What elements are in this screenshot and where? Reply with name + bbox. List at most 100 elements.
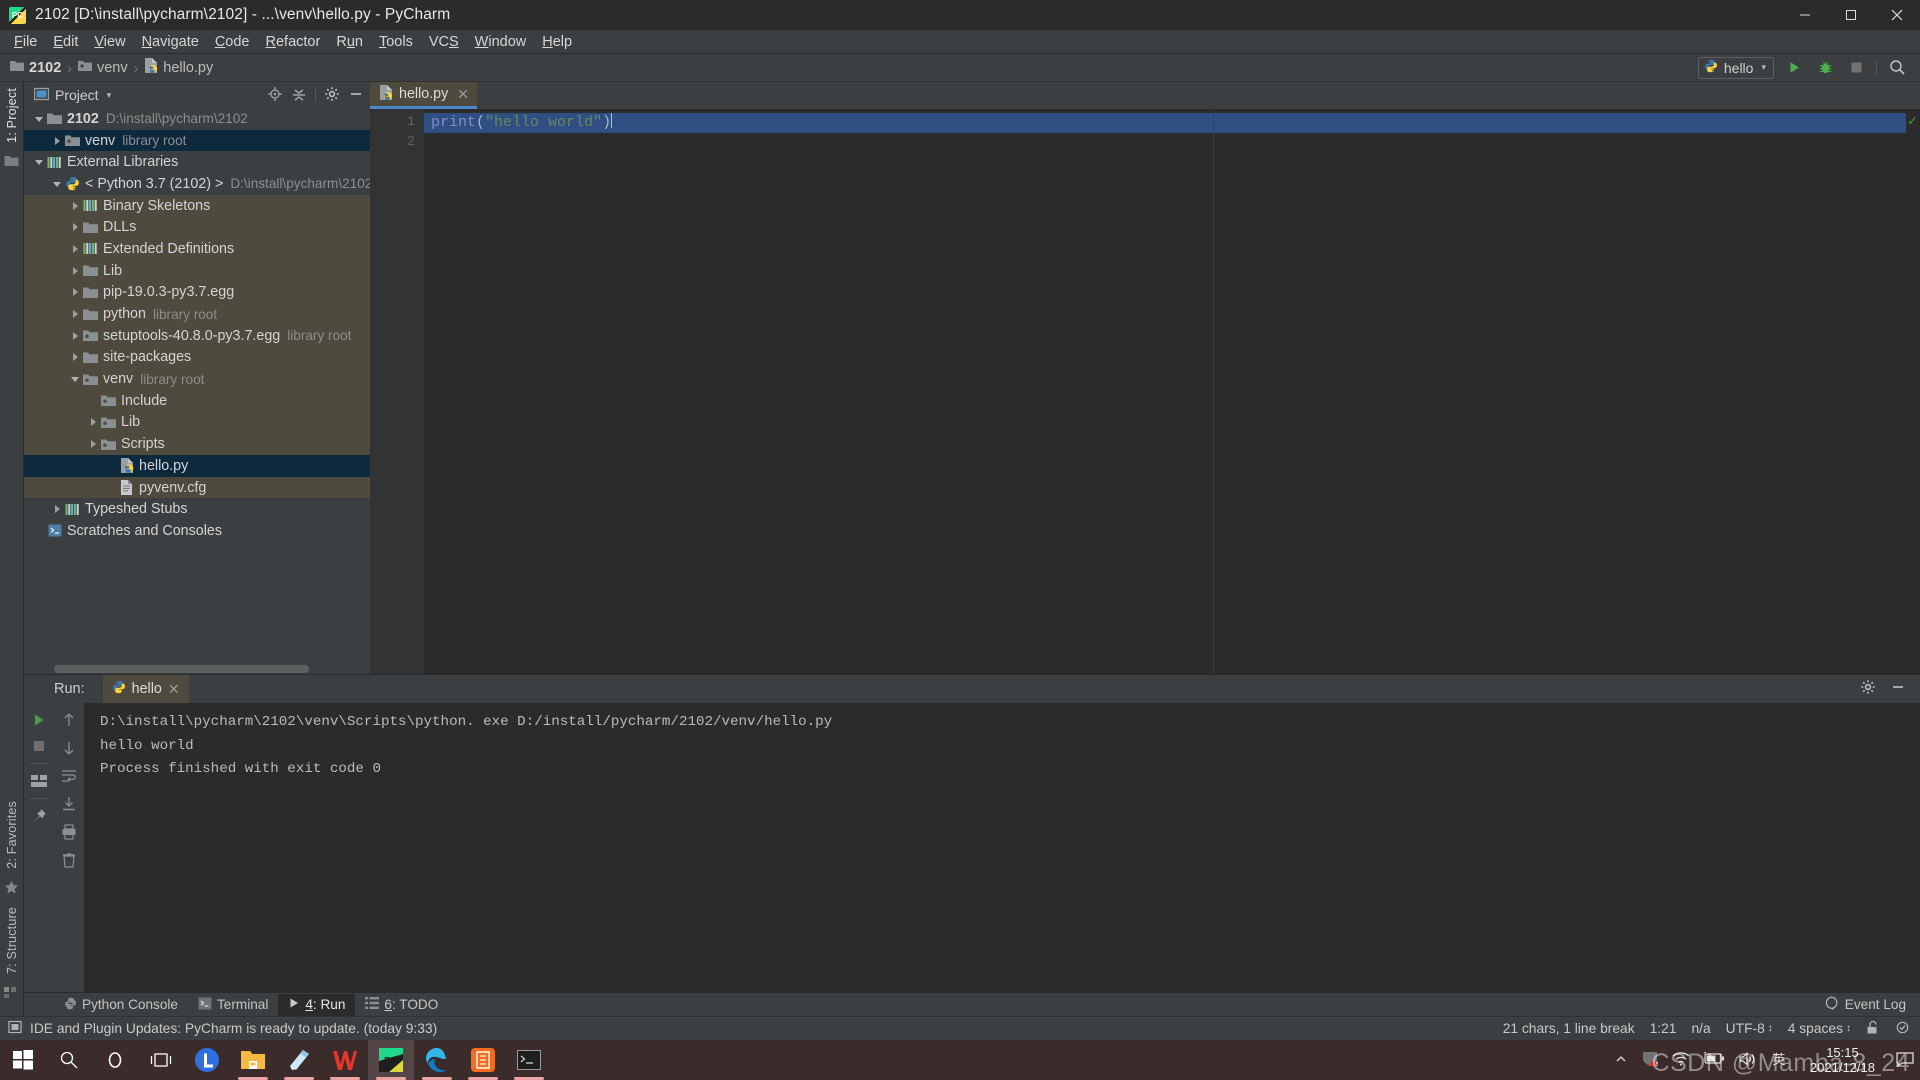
up-arrow-icon[interactable] (58, 708, 80, 732)
hide-icon[interactable] (348, 86, 364, 105)
tw-terminal[interactable]: Terminal (188, 994, 278, 1016)
console-button[interactable] (506, 1040, 552, 1080)
menu-edit[interactable]: Edit (45, 31, 86, 53)
tree-node[interactable]: Typeshed Stubs (24, 498, 370, 520)
file-explorer-button[interactable] (230, 1040, 276, 1080)
tree-node[interactable]: Extended Definitions (24, 238, 370, 260)
caret-position[interactable]: 1:21 (1650, 1021, 1677, 1036)
pin-icon[interactable] (28, 804, 50, 828)
inspection-icon[interactable] (1895, 1020, 1910, 1038)
status-message-area[interactable]: IDE and Plugin Updates: PyCharm is ready… (8, 1020, 437, 1037)
menu-window[interactable]: Window (467, 31, 535, 53)
app-l-button[interactable] (184, 1040, 230, 1080)
clear-all-icon[interactable] (58, 848, 80, 872)
code-text-area[interactable]: print("hello world") (424, 109, 1906, 674)
settings-gear-icon[interactable] (1860, 679, 1876, 700)
close-icon[interactable]: ✕ (168, 681, 180, 698)
breadcrumb-project[interactable]: 2102 (10, 59, 61, 76)
editor-viewport[interactable]: 1 2 print("hello world") ✓ (370, 109, 1920, 674)
search-icon[interactable] (1886, 57, 1908, 79)
run-configuration-selector[interactable]: hello ▾ (1698, 57, 1774, 79)
volume-icon[interactable] (1738, 1051, 1756, 1070)
menu-help[interactable]: Help (534, 31, 580, 53)
tw-run[interactable]: 4: Run (278, 994, 355, 1016)
scroll-to-end-icon[interactable] (58, 792, 80, 816)
ime-icon[interactable]: 英 (1769, 1050, 1789, 1071)
rail-structure-button[interactable]: 7: Structure (5, 901, 19, 980)
menu-view[interactable]: View (86, 31, 133, 53)
tree-node[interactable]: venvlibrary root (24, 368, 370, 390)
stop-icon[interactable] (1845, 57, 1867, 79)
project-tree[interactable]: 2102D:\install\pycharm\2102 venvlibrary r… (24, 108, 370, 664)
collapse-all-icon[interactable] (291, 86, 307, 105)
menu-refactor[interactable]: Refactor (258, 31, 329, 53)
down-arrow-icon[interactable] (58, 736, 80, 760)
tree-node[interactable]: Lib (24, 260, 370, 282)
inspection-gutter[interactable]: ✓ (1906, 109, 1920, 674)
edge-button[interactable] (414, 1040, 460, 1080)
action-center-icon[interactable] (1896, 1051, 1914, 1070)
wps-button[interactable] (322, 1040, 368, 1080)
battery-icon[interactable] (1703, 1052, 1725, 1068)
menu-run[interactable]: Run (328, 31, 371, 53)
breadcrumb-venv[interactable]: venv (78, 59, 128, 76)
menu-file[interactable]: FFileile (6, 31, 45, 53)
tree-node[interactable]: setuptools-40.8.0-py3.7.egglibrary root (24, 325, 370, 347)
tree-node[interactable]: Binary Skeletons (24, 195, 370, 217)
print-icon[interactable] (58, 820, 80, 844)
chevron-right-icon[interactable] (86, 417, 100, 427)
hide-icon[interactable] (1890, 679, 1906, 700)
orange-app-button[interactable] (460, 1040, 506, 1080)
menu-navigate[interactable]: Navigate (134, 31, 207, 53)
maximize-button[interactable] (1828, 0, 1874, 30)
cortana-button[interactable] (92, 1040, 138, 1080)
chevron-right-icon[interactable] (68, 201, 82, 211)
chevron-down-icon[interactable] (68, 374, 82, 384)
chevron-right-icon[interactable] (68, 309, 82, 319)
scrollbar-thumb[interactable] (54, 665, 309, 673)
notepad-button[interactable] (276, 1040, 322, 1080)
tree-node[interactable]: hello.py (24, 455, 370, 477)
event-log-button[interactable]: Event Log (1825, 996, 1920, 1013)
tw-python-console[interactable]: Python Console (54, 994, 188, 1016)
encoding-selector[interactable]: UTF-8 ↕ (1726, 1021, 1773, 1036)
run-icon[interactable] (1783, 57, 1805, 79)
tree-node[interactable]: pip-19.0.3-py3.7.egg (24, 282, 370, 304)
pycharm-button[interactable]: PC (368, 1040, 414, 1080)
taskbar-clock[interactable]: 15:15 2021/12/18 (1802, 1045, 1883, 1075)
tree-node[interactable]: External Libraries (24, 151, 370, 173)
tree-node[interactable]: Lib (24, 412, 370, 434)
shield-warning-icon[interactable] (1641, 1050, 1659, 1071)
search-button[interactable] (46, 1040, 92, 1080)
tree-node[interactable]: Include (24, 390, 370, 412)
run-tab-hello[interactable]: hello ✕ (103, 675, 189, 703)
minimize-button[interactable] (1782, 0, 1828, 30)
chevron-right-icon[interactable] (68, 222, 82, 232)
code-line-1[interactable]: print("hello world") (424, 113, 1906, 133)
menu-vcs[interactable]: VCS (421, 31, 467, 53)
wifi-icon[interactable] (1672, 1051, 1690, 1069)
task-view-button[interactable] (138, 1040, 184, 1080)
rail-favorites-button[interactable]: 2: Favorites (5, 795, 19, 875)
tree-node[interactable]: site-packages (24, 347, 370, 369)
editor-tab-hello-py[interactable]: hello.py ✕ (370, 82, 477, 109)
tree-node[interactable]: pyvenv.cfg (24, 477, 370, 499)
chevron-down-icon[interactable] (32, 157, 46, 167)
tree-node[interactable]: Scratches and Consoles (24, 520, 370, 542)
settings-gear-icon[interactable] (324, 86, 340, 105)
chevron-right-icon[interactable] (68, 287, 82, 297)
menu-code[interactable]: Code (207, 31, 258, 53)
chevron-right-icon[interactable] (68, 352, 82, 362)
tree-node[interactable]: 2102D:\install\pycharm\2102 (24, 108, 370, 130)
tree-node[interactable]: DLLs (24, 216, 370, 238)
indent-selector[interactable]: 4 spaces ↕ (1788, 1021, 1851, 1036)
tree-node[interactable]: Scripts (24, 433, 370, 455)
layout-icon[interactable] (28, 769, 50, 793)
rerun-icon[interactable] (28, 708, 50, 732)
chevron-right-icon[interactable] (68, 244, 82, 254)
breadcrumb-file[interactable]: hello.py (144, 58, 213, 77)
rail-project-button[interactable]: 1: Project (5, 82, 19, 149)
stop-icon[interactable] (28, 734, 50, 758)
tw-todo[interactable]: 6: TODO (355, 994, 448, 1016)
run-console-output[interactable]: D:\install\pycharm\2102\venv\Scripts\pyt… (84, 703, 1920, 992)
